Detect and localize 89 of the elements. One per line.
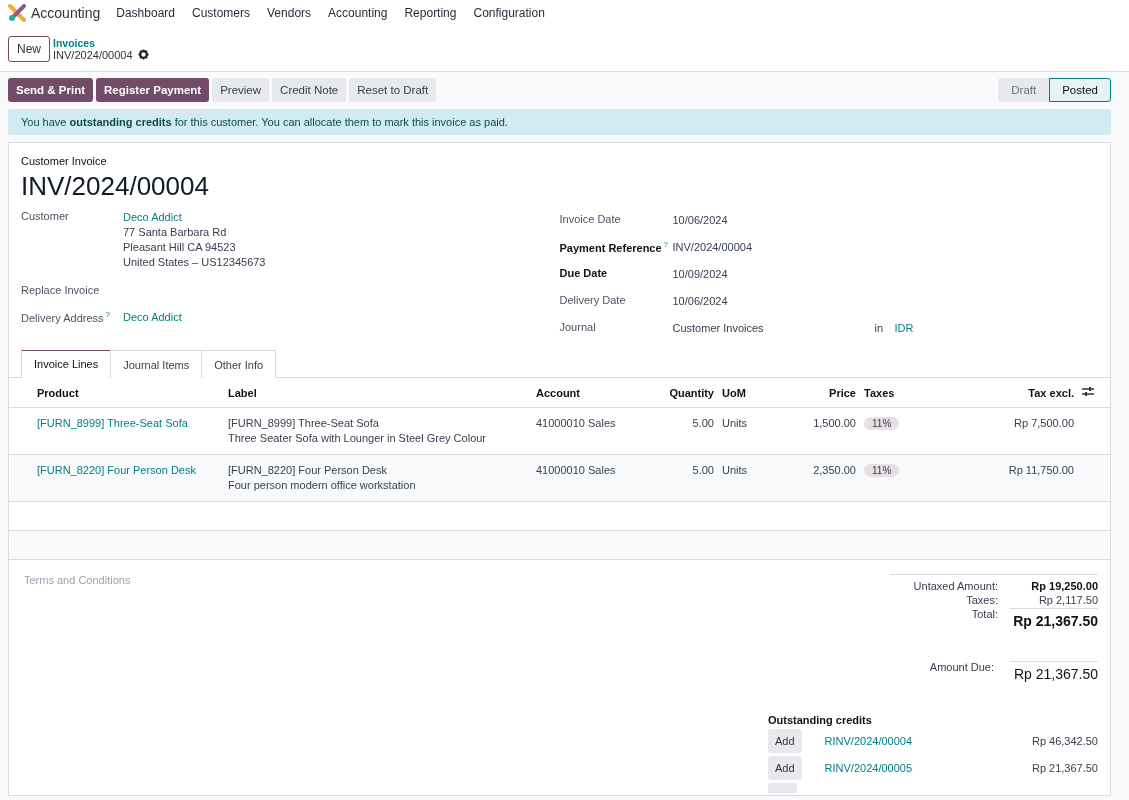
total-label: Amount Due: (929, 661, 994, 675)
total-label: Total: (970, 608, 998, 620)
column-header[interactable]: Account (536, 386, 580, 399)
table-cell: 2,350.00 (813, 464, 856, 476)
address-line: United States – US12345673 (123, 255, 266, 270)
action-button[interactable]: Reset to Draft (349, 78, 437, 102)
table-cell: 5.00 (692, 464, 714, 476)
status-stage[interactable]: Draft (998, 78, 1050, 102)
app-logo-icon[interactable] (8, 4, 26, 22)
total-label: Untaxed Amount: (912, 580, 998, 592)
field-value[interactable]: 10/06/2024 (672, 294, 875, 309)
field-label: Payment Reference (559, 241, 662, 254)
table-cell: 41000010 Sales (536, 417, 616, 429)
table-cell: Units (722, 417, 748, 429)
table-cell-text: [FURN_8220] Four Person Desk (228, 463, 388, 478)
field-value[interactable]: 10/09/2024 (672, 267, 875, 282)
settings-icon[interactable] (137, 49, 149, 60)
menu-item[interactable]: Vendors (267, 6, 312, 20)
address-line: Pleasant Hill CA 94523 (123, 240, 237, 255)
column-header[interactable]: Price (829, 386, 856, 399)
outstanding-credits-title: Outstanding credits (768, 714, 873, 726)
menu-item[interactable]: Accounting (328, 6, 388, 20)
address-line: 77 Santa Barbara Rd (123, 225, 228, 240)
app-name[interactable]: Accounting (31, 5, 101, 21)
invoice-number: INV/2024/00004 (20, 170, 210, 203)
field-value[interactable]: Customer Invoices (672, 321, 875, 336)
column-header[interactable]: Quantity (669, 386, 714, 399)
action-button[interactable]: Credit Note (272, 78, 347, 102)
tab[interactable]: Journal Items (110, 350, 203, 378)
table-cell: 41000010 Sales (536, 464, 616, 476)
table-cell: Units (722, 464, 748, 476)
menu-item[interactable]: Reporting (404, 6, 457, 20)
action-button[interactable]: Preview (212, 78, 270, 102)
total-label: Taxes: (965, 594, 998, 606)
breadcrumb-current: INV/2024/00004 (53, 48, 133, 61)
field-label: Customer (21, 210, 69, 222)
table-cell-text: [FURN_8999] Three-Seat Sofa (228, 416, 380, 431)
field-label: Invoice Date (559, 213, 621, 225)
field-label: in (874, 321, 885, 336)
menu-item[interactable]: Configuration (473, 6, 545, 20)
field-value[interactable]: Deco Addict (123, 211, 182, 223)
field-value[interactable]: Deco Addict (123, 311, 182, 323)
tax-amount: Rp 2,117.50 (1037, 594, 1098, 606)
credit-link[interactable]: RINV/2024/00005 (824, 762, 913, 774)
tab[interactable]: Invoice Lines (21, 350, 112, 378)
tax-badge: 11% (864, 417, 900, 430)
column-header[interactable]: Taxes (864, 386, 895, 399)
field-label: Replace Invoice (21, 284, 100, 296)
total-amount: Rp 21,367.50 (1010, 608, 1098, 629)
table-cell-text: Three Seater Sofa with Lounger in Steel Grey Colour (228, 431, 488, 446)
table-cell: 1,500.00 (813, 417, 856, 429)
menu-item[interactable]: Customers (192, 6, 250, 20)
table-cell: 5.00 (692, 417, 714, 429)
column-settings-icon[interactable] (1082, 386, 1094, 397)
column-header[interactable]: Tax excl. (1028, 386, 1074, 399)
column-header[interactable]: UoM (722, 386, 746, 399)
action-button[interactable]: Register Payment (96, 78, 210, 102)
add-button[interactable]: Add (768, 729, 802, 753)
info-alert: You have outstanding credits for this customer. You can allocate them to mark this invoice as paid. (8, 109, 1111, 135)
credit-amount: Rp 21,367.50 (1031, 762, 1098, 774)
column-header[interactable]: Label (228, 386, 257, 399)
field-label: Delivery Address (21, 311, 104, 324)
action-button[interactable]: Send & Print (8, 78, 93, 102)
currency-link[interactable]: IDR (894, 321, 914, 336)
add-button[interactable]: Add (768, 756, 802, 780)
credit-amount: Rp 46,342.50 (1031, 735, 1098, 747)
column-header[interactable]: Product (37, 386, 79, 399)
amount-due: Rp 21,367.50 (1010, 661, 1098, 682)
field-value[interactable]: INV/2024/00004 (672, 240, 875, 255)
breadcrumb-link[interactable]: Invoices (53, 36, 149, 49)
untaxed-amount: Rp 19,250.00 (1030, 580, 1098, 592)
menu-item[interactable]: Dashboard (116, 6, 175, 20)
credit-link[interactable]: RINV/2024/00004 (824, 735, 913, 747)
tab[interactable]: Other Info (201, 350, 277, 378)
table-cell: Rp 11,750.00 (1008, 464, 1074, 476)
table-cell-text: Four person modern office workstation (228, 478, 417, 493)
invoice-type-label: Customer Invoice (20, 155, 108, 167)
product-link[interactable]: [FURN_8999] Three-Seat Sofa (37, 417, 188, 429)
table-cell: Rp 7,500.00 (1014, 417, 1074, 429)
field-value[interactable]: 10/06/2024 (672, 213, 875, 228)
field-label: Due Date (559, 267, 608, 279)
new-button[interactable]: New (8, 35, 50, 62)
field-label: Delivery Date (559, 294, 626, 306)
field-label: Journal (559, 321, 596, 333)
status-stage[interactable]: Posted (1049, 78, 1111, 102)
product-link[interactable]: [FURN_8220] Four Person Desk (37, 464, 196, 476)
help-icon[interactable]: ? (663, 240, 669, 249)
tax-badge: 11% (864, 464, 900, 477)
help-icon[interactable]: ? (105, 310, 110, 319)
